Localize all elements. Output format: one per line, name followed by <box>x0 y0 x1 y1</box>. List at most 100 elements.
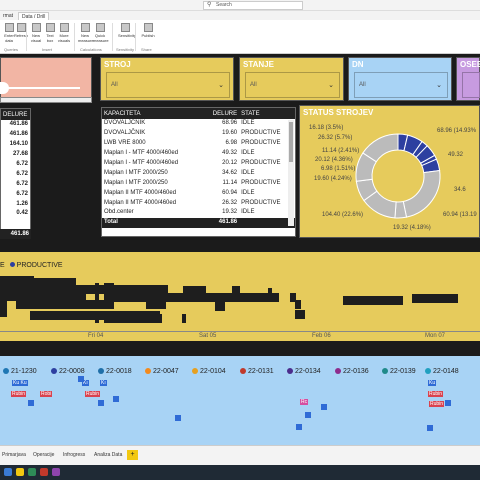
legend-item[interactable]: 22-0131 <box>240 368 274 375</box>
table-row[interactable]: 6.72 <box>1 160 30 170</box>
job-marker[interactable] <box>28 400 34 406</box>
ribbon-button[interactable]: Quick measure <box>93 23 109 43</box>
timeline-bar[interactable] <box>0 276 34 285</box>
column-header-kapaciteta[interactable]: KAPACITETA <box>102 108 203 119</box>
ribbon-button[interactable]: New visual <box>29 23 43 43</box>
timeline-bar[interactable] <box>104 293 279 302</box>
timeline-bar[interactable] <box>146 300 166 309</box>
page-tab[interactable]: Operacije <box>33 452 54 458</box>
slicer-dropdown[interactable]: All ⌄ <box>245 72 340 98</box>
job-tag[interactable]: Kı <box>100 380 107 386</box>
legend-item[interactable]: 21-1230 <box>3 368 37 375</box>
table-row[interactable]: LWB VRE 8000 6.98 PRODUCTIVE <box>102 139 295 149</box>
timeline-bar[interactable] <box>215 302 225 311</box>
table-row[interactable]: Maplan I - MTF 4000/460ed 49.32 IDLE <box>102 149 295 159</box>
job-marker[interactable] <box>175 415 181 421</box>
ribbon-button[interactable]: New measure <box>78 23 94 43</box>
table-row[interactable]: 461.86 <box>1 130 30 140</box>
job-marker[interactable] <box>98 400 104 406</box>
table-row[interactable]: Maplan I - MTF 4000/460ed 20.12 PRODUCTIVE <box>102 159 295 169</box>
table-row[interactable]: 0.42 <box>1 209 30 219</box>
taskbar-icon[interactable] <box>40 468 48 476</box>
ribbon-icon <box>16 23 26 32</box>
ribbon-separator <box>135 23 136 51</box>
table-row[interactable]: 6.72 <box>1 189 30 199</box>
ribbon-button[interactable]: Text box <box>43 23 57 43</box>
search-box[interactable]: ⚲ Search <box>203 1 303 10</box>
timeline-bar[interactable] <box>295 310 305 319</box>
timeline-bar[interactable] <box>95 314 99 323</box>
page-tab[interactable]: Primarjava <box>2 452 26 458</box>
job-tag[interactable]: Rc <box>300 399 309 405</box>
job-tag[interactable]: Rubin <box>429 401 445 407</box>
total-value: 461.86 <box>202 217 240 228</box>
table-row[interactable]: Maplan I MTF 2000/250 11.14 PRODUCTIVE <box>102 178 295 188</box>
column-header-state[interactable]: STATE <box>239 108 295 119</box>
page-tab[interactable]: Analiza Data <box>94 452 122 458</box>
taskbar-icon[interactable] <box>4 468 12 476</box>
page-tab[interactable]: Infrogress <box>63 452 85 458</box>
status-chart: STATUS STROJEV 16.18 (3.5%) 26.32 (5.7%) 1… <box>299 105 480 238</box>
table-row[interactable]: 27.68 <box>1 150 30 160</box>
slicer-dropdown[interactable]: All ⌄ <box>106 72 230 98</box>
job-marker[interactable] <box>427 425 433 431</box>
legend-item[interactable]: 22-0139 <box>382 368 416 375</box>
job-tag[interactable]: Rubin <box>428 391 444 397</box>
timeline-bar[interactable] <box>0 308 7 317</box>
table-row[interactable]: 461.86 <box>1 120 30 130</box>
timeline-bar[interactable] <box>412 294 458 303</box>
ribbon-button[interactable]: Publish <box>141 23 155 38</box>
job-tag[interactable]: Rubin <box>85 391 101 397</box>
legend-item[interactable]: 22-0148 <box>425 368 459 375</box>
donut-slice[interactable] <box>402 169 441 218</box>
job-tag[interactable]: Ku Ku <box>12 380 28 386</box>
timeline-bar[interactable] <box>295 300 301 309</box>
job-marker[interactable] <box>78 376 84 382</box>
column-header[interactable]: DELURE <box>1 109 30 120</box>
kapaciteta-cell: Maplan II MTF 4000/460ed <box>104 199 177 206</box>
timeline-bar[interactable] <box>104 314 162 323</box>
scrollbar-thumb[interactable] <box>289 122 293 162</box>
job-marker[interactable] <box>445 400 451 406</box>
job-marker[interactable] <box>305 412 311 418</box>
table-scrollbar[interactable] <box>288 120 294 226</box>
table-row[interactable]: 164.10 <box>1 140 30 150</box>
timeline-bar[interactable] <box>16 300 114 309</box>
taskbar-icon[interactable] <box>28 468 36 476</box>
job-tag[interactable]: Rubin <box>11 391 27 397</box>
table-row[interactable]: 6.72 <box>1 169 30 179</box>
job-marker[interactable] <box>321 404 327 410</box>
timeline-bar[interactable] <box>182 314 186 323</box>
table-row[interactable]: Maplan II MTF 4000/460ed 26.32 PRODUCTIVE <box>102 198 295 208</box>
table-row[interactable]: Maplan II MTF 4000/460ed 60.94 IDLE <box>102 188 295 198</box>
timeline-bar[interactable] <box>343 296 403 305</box>
tab-format[interactable]: rmat <box>0 12 16 20</box>
table-row[interactable]: 6.72 <box>1 179 30 189</box>
legend-item[interactable]: 22-0134 <box>287 368 321 375</box>
slicer-dropdown[interactable]: All ⌄ <box>354 72 448 98</box>
ribbon-button[interactable]: More visuals <box>57 23 71 43</box>
slicer-scrollbar[interactable] <box>0 97 92 103</box>
ribbon-button[interactable]: Sensitivity <box>118 23 136 38</box>
legend-item[interactable]: 22-0047 <box>145 368 179 375</box>
slider-track[interactable] <box>0 87 80 89</box>
job-marker[interactable] <box>296 424 302 430</box>
table-row[interactable]: 1.26 <box>1 199 30 209</box>
add-page-button[interactable]: + <box>127 450 138 460</box>
table-row[interactable]: Maplan I MTF 2000/250 34.62 IDLE <box>102 168 295 178</box>
table-row[interactable]: DVOVALJČNIK 68.96 IDLE <box>102 119 295 129</box>
table-row[interactable]: Obd.center 19.32 IDLE <box>102 208 295 218</box>
taskbar-icon[interactable] <box>16 468 24 476</box>
legend-item[interactable]: 22-0008 <box>51 368 85 375</box>
job-marker[interactable] <box>113 396 119 402</box>
slicer-dropdown[interactable] <box>462 72 480 98</box>
legend-item[interactable]: 22-0104 <box>192 368 226 375</box>
donut-chart: 16.18 (3.5%) 26.32 (5.7%) 11.14 (2.41%) 20.… <box>309 125 477 231</box>
column-header-delure[interactable]: DELURE <box>202 108 240 119</box>
legend-item[interactable]: 22-0136 <box>335 368 369 375</box>
job-tag[interactable]: Robi <box>40 391 53 397</box>
table-row[interactable]: DVOVALJČNIK 19.60 PRODUCTIVE <box>102 129 295 139</box>
legend-item[interactable]: 22-0018 <box>98 368 132 375</box>
job-tag[interactable]: Ku <box>428 380 437 386</box>
taskbar-icon[interactable] <box>52 468 60 476</box>
